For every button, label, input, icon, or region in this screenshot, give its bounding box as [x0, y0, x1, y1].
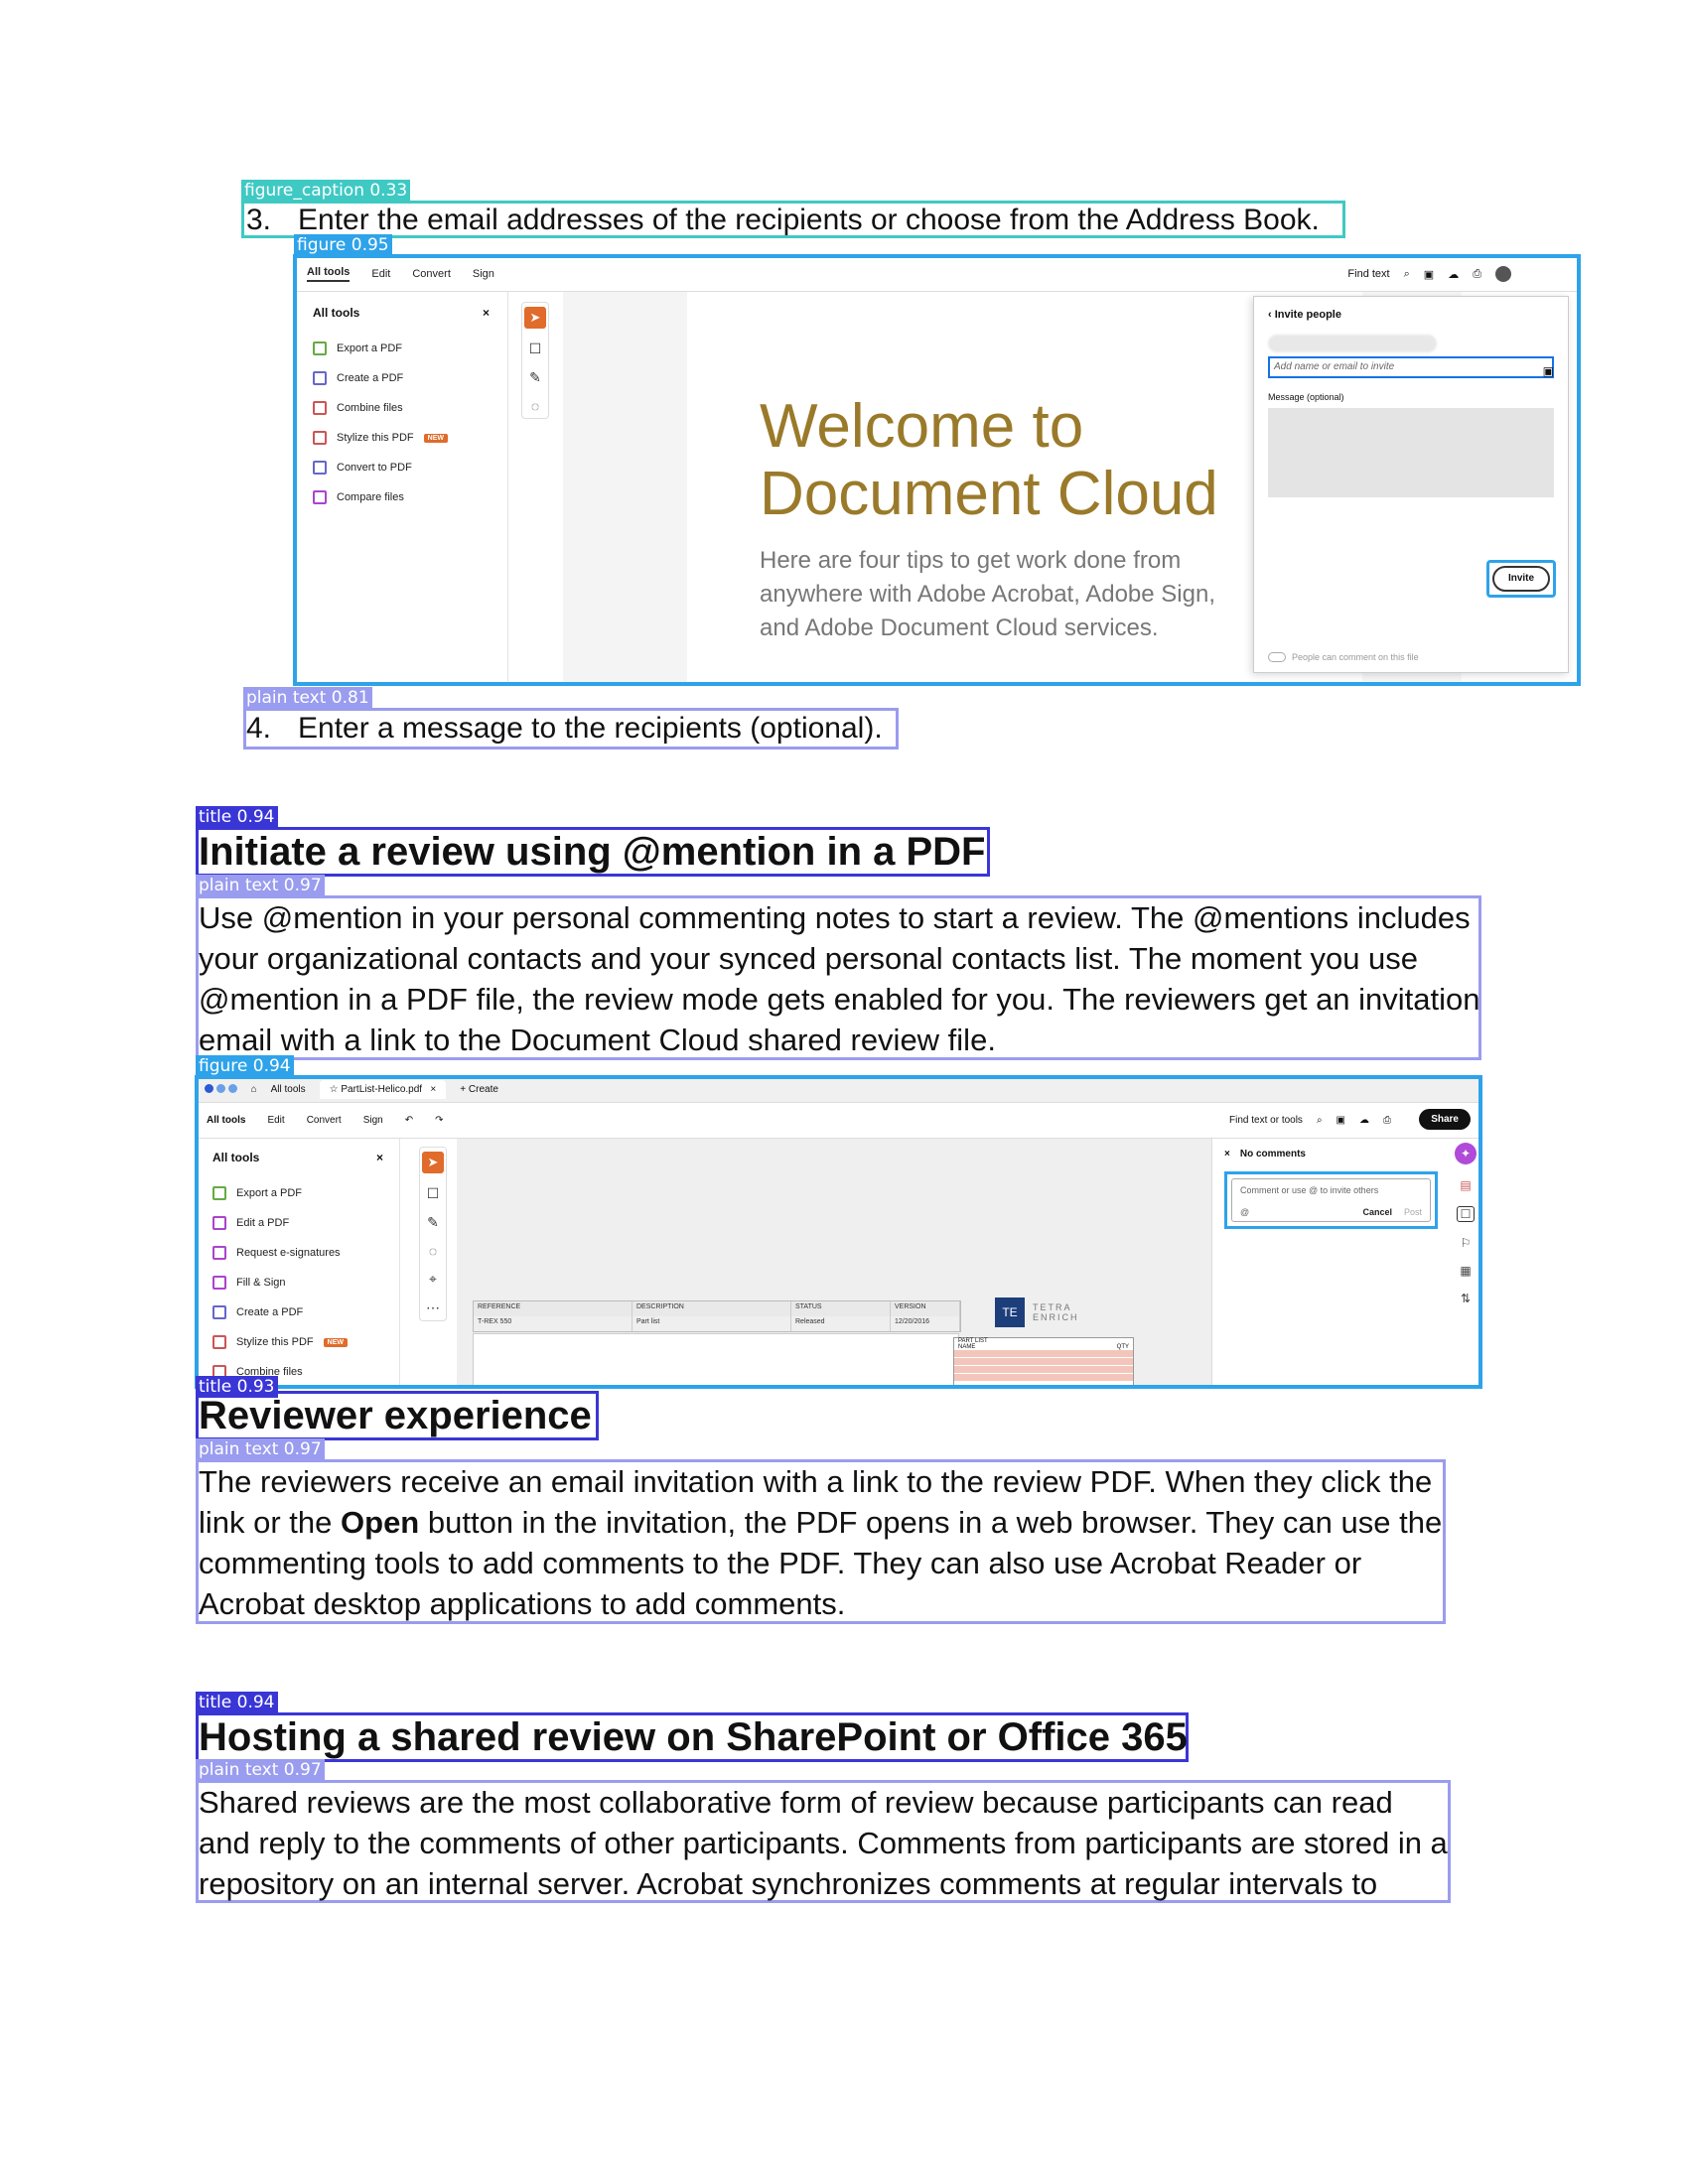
step-text: Enter a message to the recipients (optio… — [298, 712, 883, 745]
detection-label: plain text 0.81 — [243, 687, 372, 709]
detection-label: title 0.94 — [196, 1692, 278, 1713]
step-text: Enter the email addresses of the recipie… — [298, 204, 1320, 236]
paragraph-mention: Use @mention in your personal commenting… — [199, 900, 1480, 1057]
figure-box-2: figure 0.94 — [195, 1055, 1482, 1389]
heading-mention-review: Initiate a review using @mention in a PD… — [199, 830, 986, 874]
detection-label: plain text 0.97 — [196, 875, 325, 896]
paragraph-reviewer: The reviewers receive an email invitatio… — [199, 1461, 1446, 1624]
step-3: 3. Enter the email addresses of the reci… — [246, 202, 1348, 239]
open-button-label: Open — [341, 1505, 420, 1540]
detection-label: plain text 0.97 — [196, 1759, 325, 1781]
detection-label: figure_caption 0.33 — [241, 180, 411, 202]
detection-label: title 0.94 — [196, 806, 278, 828]
detection-label: figure 0.95 — [294, 234, 392, 256]
detection-label: plain text 0.97 — [196, 1438, 325, 1460]
step-number: 3. — [246, 204, 272, 236]
paragraph-shared-review: Shared reviews are the most collaborativ… — [199, 1785, 1448, 1901]
detection-label: figure 0.94 — [196, 1055, 294, 1077]
heading-sharepoint: Hosting a shared review on SharePoint or… — [199, 1715, 1188, 1759]
heading-reviewer-experience: Reviewer experience — [199, 1394, 592, 1437]
figure-box-1: figure 0.95 — [293, 234, 1581, 686]
step-number: 4. — [246, 712, 272, 745]
step-4: 4. Enter a message to the recipients (op… — [246, 710, 902, 748]
